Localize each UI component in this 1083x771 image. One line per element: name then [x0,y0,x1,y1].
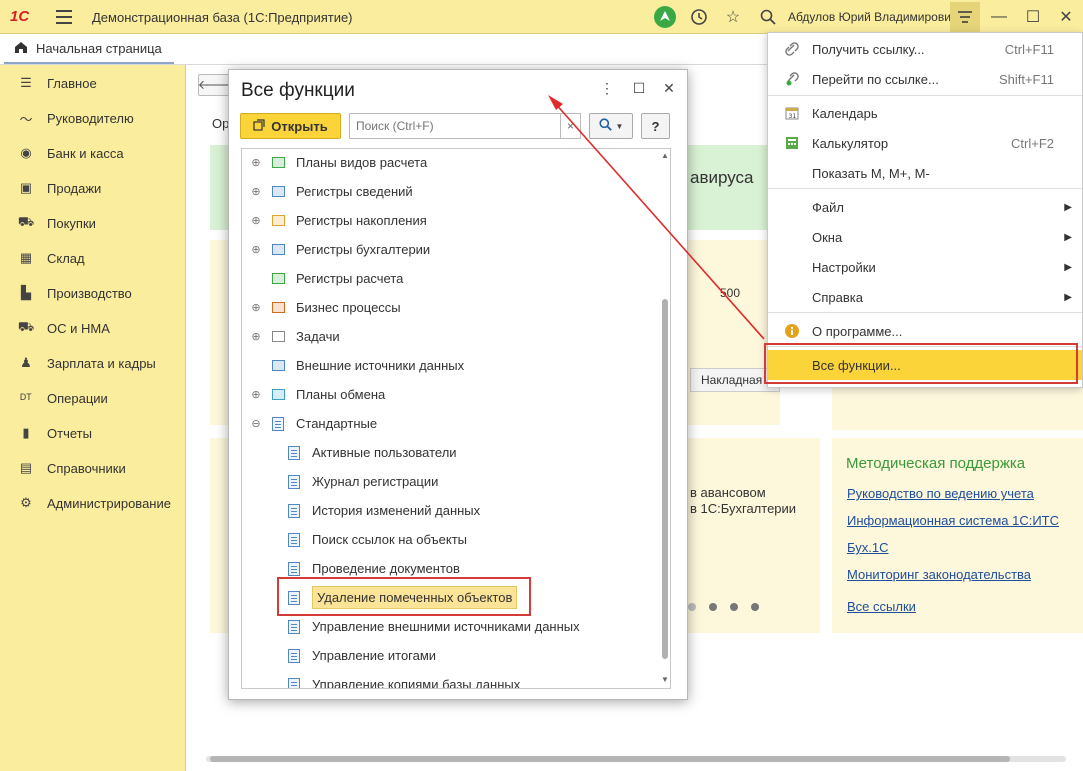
annotation-arrow [548,95,765,340]
